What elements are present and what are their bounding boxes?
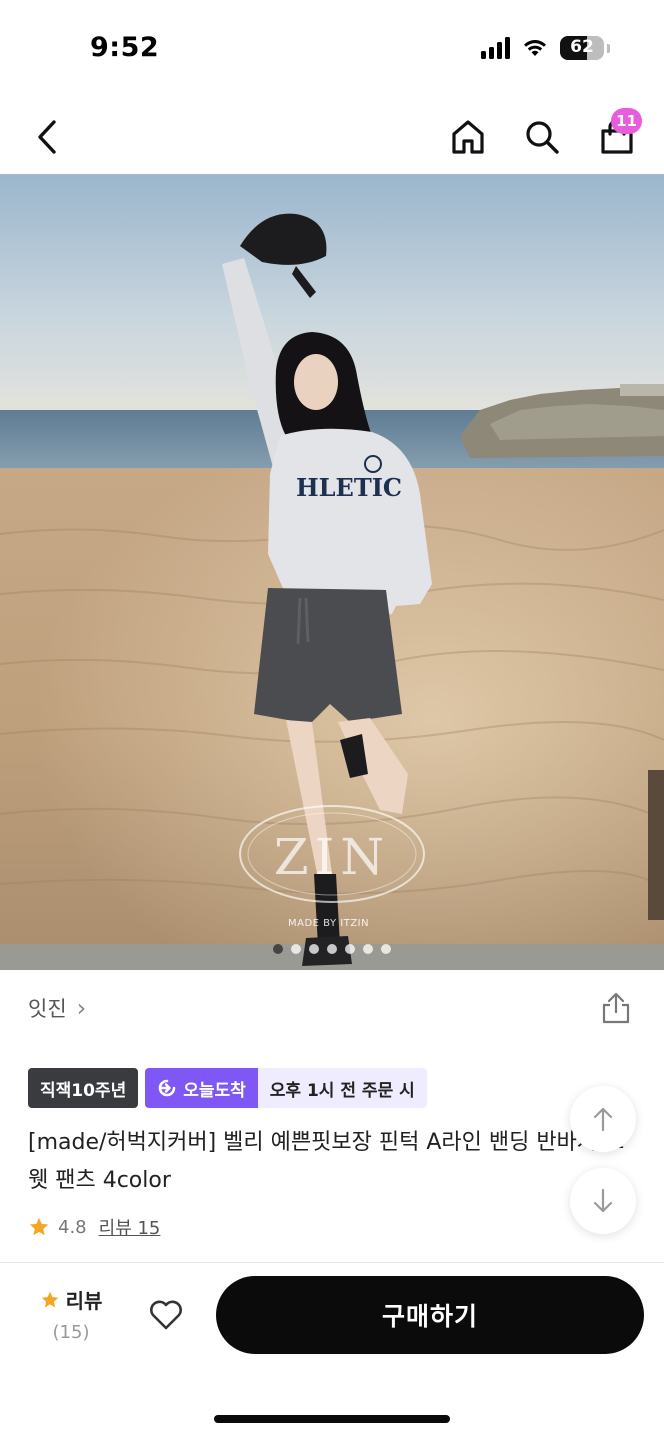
product-title: [made/허벅지커버] 벨리 예쁜핏보장 핀턱 A라인 밴딩 반바지 스웻 팬… (28, 1130, 625, 1193)
carousel-dot (381, 944, 391, 954)
bottom-action-bar: 리뷰 (15) 구매하기 (0, 1263, 664, 1440)
anniversary-tag: 직잭10주년 (28, 1068, 139, 1108)
delivery-label: 오늘도착 (183, 1080, 246, 1101)
carousel-dot (291, 944, 301, 954)
store-name: 잇진 (28, 997, 67, 1021)
star-icon (29, 1217, 49, 1236)
home-icon (452, 120, 484, 154)
buy-button[interactable]: 구매하기 (216, 1276, 644, 1354)
back-icon (38, 120, 56, 154)
watermark-logo: ZIN (274, 828, 390, 886)
scroll-bottom-button[interactable] (570, 1168, 636, 1234)
heart-icon (150, 1300, 182, 1330)
search-button[interactable] (517, 112, 567, 162)
delivery-icon (158, 1079, 176, 1097)
battery-icon: 62 (560, 36, 604, 60)
review-count-link[interactable]: 리뷰 15 (99, 1214, 161, 1240)
sweatshirt-print: HLETIC (296, 473, 402, 502)
carousel-dot (363, 944, 373, 954)
review-label-row: 리뷰 (34, 1285, 108, 1314)
battery-tip (607, 43, 610, 53)
arrow-up-icon (593, 1107, 613, 1132)
back-button[interactable] (22, 112, 72, 162)
product-tags: 직잭10주년 오늘도착 오후 1시 전 주문 시 (28, 1068, 427, 1108)
star-icon (41, 1291, 58, 1307)
store-row: 잇진 › (28, 988, 636, 1028)
carousel-dot (273, 944, 283, 954)
share-icon (602, 992, 630, 1024)
status-bar: 9:52 62 (0, 0, 664, 100)
signal-icon (481, 37, 510, 59)
today-delivery-tag: 오늘도착 (145, 1068, 258, 1108)
cart-button[interactable]: 11 (592, 108, 642, 162)
review-label: 리뷰 (65, 1289, 103, 1313)
chevron-right-icon: › (76, 994, 87, 1022)
rating-value: 4.8 (58, 1216, 87, 1238)
wishlist-button[interactable] (144, 1293, 188, 1337)
product-image-carousel[interactable]: HLETIC ZIN MADE BY ITZIN (0, 174, 664, 970)
status-time: 9:52 (90, 32, 160, 63)
home-button[interactable] (443, 112, 493, 162)
battery-percent: 62 (570, 37, 594, 57)
carousel-dot (309, 944, 319, 954)
status-icons: 62 (481, 36, 610, 60)
home-indicator[interactable] (214, 1415, 450, 1423)
nav-bar: 11 (0, 100, 664, 174)
scroll-top-button[interactable] (570, 1086, 636, 1152)
arrow-down-icon (593, 1188, 613, 1213)
wifi-icon (524, 40, 546, 56)
store-link[interactable]: 잇진 › (28, 993, 86, 1023)
watermark-subtext: MADE BY ITZIN (288, 918, 370, 929)
carousel-dot (327, 944, 337, 954)
search-icon (526, 121, 559, 154)
product-photo: HLETIC ZIN (0, 174, 664, 970)
rating-row: 4.8 리뷰 15 (28, 1214, 160, 1240)
cart-badge: 11 (611, 108, 642, 134)
carousel-indicator (0, 944, 664, 954)
carousel-dot (345, 944, 355, 954)
delivery-note: 오후 1시 전 주문 시 (257, 1068, 427, 1108)
share-button[interactable] (596, 988, 636, 1028)
review-summary-button[interactable]: 리뷰 (15) (34, 1285, 108, 1343)
review-count: (15) (52, 1322, 90, 1343)
